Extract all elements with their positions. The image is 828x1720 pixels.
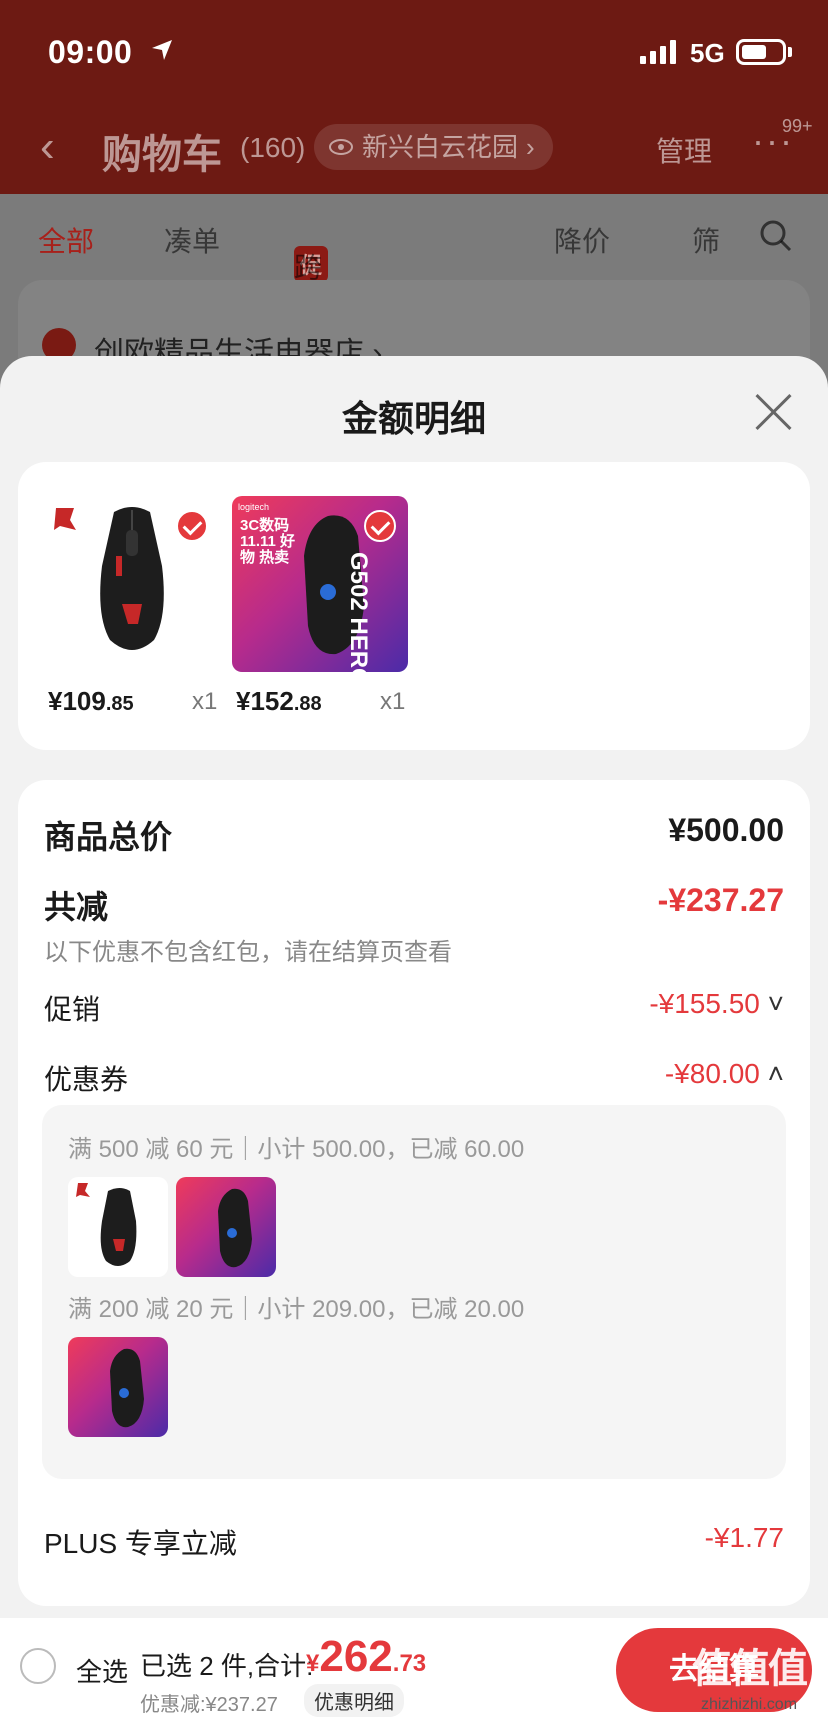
selected-count: 已选 2 件,合计:: [140, 1651, 314, 1681]
cart-tabs: 全部 凑单 促跨店满减 降价 筛: [0, 194, 828, 403]
coupon-product-thumb: [68, 1177, 168, 1277]
tab-filter[interactable]: 筛: [692, 220, 720, 260]
cart-count: (160): [240, 132, 306, 163]
amount-detail-sheet: 金额明细 ¥109.85 x1 logitech 3C数码 11.11 好物 热…: [0, 356, 828, 1720]
address-selector[interactable]: 新兴白云花园 ›: [314, 124, 553, 170]
search-icon[interactable]: [758, 218, 794, 254]
total-decimal: .73: [392, 1650, 427, 1677]
coupon-product-thumb: [68, 1337, 168, 1437]
coupon-label: 优惠券: [44, 1064, 129, 1095]
coupon-rule-line: 满 500 减 60 元｜小计 500.00，已减 60.00: [68, 1136, 525, 1163]
plus-label: PLUS 专享立减: [44, 1528, 237, 1559]
manage-button[interactable]: 管理: [656, 130, 712, 170]
reduced-row: 共减 -¥237.27: [44, 882, 784, 925]
promo-amount: -¥155.50: [649, 988, 760, 1019]
coupon-row[interactable]: 优惠券 -¥80.00 ˄: [44, 1058, 784, 1098]
gaming-mouse-image: [218, 1188, 252, 1268]
close-icon[interactable]: [754, 392, 794, 432]
select-all-radio[interactable]: [20, 1648, 56, 1684]
coupon-detail-box: 满 500 减 60 元｜小计 500.00，已减 60.00 满 200 减 …: [42, 1105, 786, 1479]
total-amount: ¥262.73: [306, 1632, 426, 1682]
page-title: 购物车: [102, 133, 222, 177]
model-label: G502 HERO: [345, 552, 372, 672]
sheet-title: 金额明细: [341, 398, 486, 439]
status-time: 09:00: [48, 34, 133, 70]
address-text: 新兴白云花园: [362, 132, 519, 162]
total-price-label: 商品总价: [44, 819, 173, 855]
coupon-amount: -¥80.00: [664, 1058, 760, 1089]
cart-nav-bar: ‹ 购物车 (160) 新兴白云花园 › 管理 ··· 99+: [0, 100, 828, 194]
product-price: ¥152.88: [236, 686, 322, 717]
price-decimal: .85: [105, 693, 134, 715]
watermark: 值值值 zhizhizhi.com: [684, 1636, 814, 1714]
message-badge: 99+: [782, 116, 813, 136]
product-checked-icon[interactable]: [364, 510, 396, 542]
reduced-note: 以下优惠不包含红包，请在结算页查看: [44, 939, 452, 966]
promo-value: -¥155.50 ˅: [649, 988, 784, 1020]
select-all-label[interactable]: 全选: [76, 1652, 128, 1689]
promo-label: 促销: [44, 994, 101, 1025]
back-button[interactable]: ‹: [40, 122, 55, 172]
chevron-down-icon: ˅: [767, 988, 784, 1019]
product-thumbnail: logitech 3C数码 11.11 好物 热卖 G502 HERO: [232, 496, 408, 672]
plus-discount-row: PLUS 专享立减 -¥1.77: [44, 1522, 784, 1562]
network-label: 5G: [690, 38, 725, 68]
total-price-row: 商品总价 ¥500.00: [44, 812, 784, 855]
coupon-rule-line: 满 200 减 20 元｜小计 209.00，已减 20.00: [68, 1296, 525, 1323]
discount-summary: 优惠减:¥237.27: [140, 1694, 278, 1716]
product-quantity: x1: [380, 688, 406, 715]
price-summary-card: 商品总价 ¥500.00 共减 -¥237.27 以下优惠不包含红包，请在结算页…: [18, 780, 810, 1606]
tab-all[interactable]: 全部: [38, 220, 94, 260]
sheet-header: 金额明细: [0, 356, 828, 460]
chevron-up-icon: ˄: [767, 1058, 784, 1089]
eye-icon: [329, 139, 353, 155]
total-yen: ¥: [306, 1650, 320, 1677]
status-bar: 09:00 5G: [0, 0, 828, 100]
product-checked-icon[interactable]: [176, 510, 208, 542]
watermark-url: zhizhizhi.com: [700, 1696, 798, 1713]
price-decimal: .88: [293, 693, 322, 715]
reduced-value: -¥237.27: [657, 882, 784, 918]
coupon-product-thumb: [176, 1177, 276, 1277]
chevron-right-icon: ›: [526, 132, 535, 162]
product-quantity: x1: [192, 688, 218, 715]
signal-icon: [640, 40, 676, 64]
gaming-mouse-image: [110, 1348, 144, 1428]
product-thumbnail: [44, 496, 220, 672]
promo-row[interactable]: 促销 -¥155.50 ˅: [44, 988, 784, 1028]
price-integer: ¥152: [236, 686, 294, 716]
location-arrow-icon: [152, 40, 172, 60]
total-integer: 262: [319, 1632, 393, 1681]
tab-bundle[interactable]: 凑单: [164, 220, 220, 260]
product-price: ¥109.85: [48, 686, 134, 717]
plus-value: -¥1.77: [704, 1522, 784, 1553]
mouse-image: [76, 1183, 137, 1266]
selected-products-card: ¥109.85 x1 logitech 3C数码 11.11 好物 热卖 G50…: [18, 462, 810, 750]
product-item[interactable]: logitech 3C数码 11.11 好物 热卖 G502 HERO ¥152…: [232, 496, 408, 716]
tab-price-drop[interactable]: 降价: [554, 220, 610, 260]
discount-detail-button[interactable]: 优惠明细: [304, 1684, 404, 1717]
watermark-logo: 值值值: [692, 1647, 808, 1691]
total-price-value: ¥500.00: [668, 812, 784, 848]
reduced-label: 共减: [44, 889, 109, 925]
battery-tip: [788, 47, 792, 57]
price-integer: ¥109: [48, 686, 106, 716]
product-item[interactable]: ¥109.85 x1: [44, 496, 220, 716]
battery-icon: [736, 39, 786, 65]
coupon-value: -¥80.00 ˄: [665, 1058, 784, 1090]
